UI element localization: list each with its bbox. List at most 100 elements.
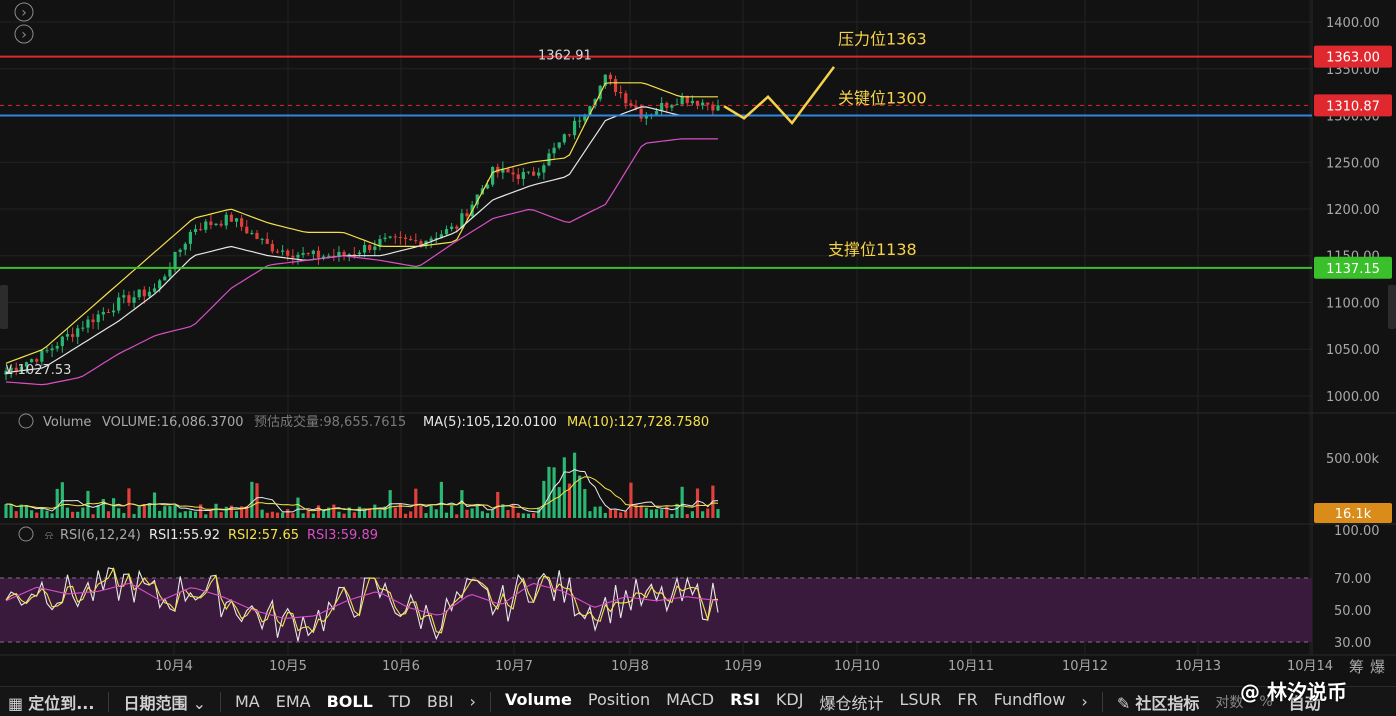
sub-indicator-tab[interactable]: Volume (497, 690, 580, 714)
candles (4, 72, 720, 381)
sub-indicator-tab[interactable]: Position (580, 690, 658, 714)
main-indicator-tab-boll[interactable]: BOLL (319, 692, 381, 711)
volume-bar (142, 504, 146, 518)
volume-bar (624, 511, 628, 518)
volume-bar (219, 512, 223, 518)
volume-bar (414, 488, 418, 518)
chevron-down-icon: ⌄ (192, 693, 206, 713)
price-axis-label: 1100.00 (1326, 296, 1380, 311)
candle-body (55, 346, 59, 349)
level-annotation: 压力位1363 (838, 30, 927, 49)
volume-bar (685, 514, 689, 518)
candle-body (76, 328, 80, 337)
volume-bar (9, 504, 13, 518)
candle-body (122, 295, 126, 298)
volume-bar (578, 475, 582, 518)
main-indicator-tab-bbi[interactable]: BBI (419, 692, 462, 711)
sub-indicator-tab[interactable]: FR (949, 690, 985, 714)
separator (108, 691, 110, 712)
separator (489, 691, 491, 712)
right-edge-label: 爆 (1370, 658, 1385, 676)
volume-bar (214, 503, 218, 518)
volume-legend-title: Volume (43, 415, 91, 430)
candle-body (393, 236, 397, 238)
candle-body (450, 226, 454, 230)
candle-body (291, 255, 295, 258)
candle-body (562, 134, 566, 143)
volume-bar (50, 513, 54, 518)
volume-bar (352, 512, 356, 518)
volume-bar (393, 507, 397, 518)
left-panel-handle[interactable] (0, 285, 8, 329)
volume-bar (96, 505, 100, 518)
sub-indicator-tab[interactable]: MACD (658, 690, 722, 714)
candle-body (557, 142, 561, 148)
volume-bar (117, 508, 121, 518)
volume-bar (598, 506, 602, 518)
main-indicator-tab-td[interactable]: TD (381, 692, 419, 711)
volume-bar (137, 506, 141, 518)
candle-body (388, 236, 392, 238)
locate-button[interactable]: ▦ 定位到... (0, 690, 102, 714)
candle-body (357, 252, 362, 255)
volume-bar (14, 511, 18, 518)
trading-chart[interactable]: 1400.001350.001300.001250.001200.001150.… (0, 0, 1396, 715)
collapse-icon[interactable] (18, 526, 34, 542)
candle-body (219, 223, 223, 226)
date-axis-label: 10月4 (155, 659, 193, 674)
community-indicators-button[interactable]: ✎ 社区指标 (1109, 690, 1208, 714)
volume-bar (291, 513, 295, 518)
rsi-legend-rsi2: RSI2:57.65 (228, 528, 299, 543)
boll-upper-line (5, 82, 718, 364)
volume-bar (255, 483, 259, 518)
main-indicator-tab-ema[interactable]: EMA (268, 692, 319, 711)
candle-body (567, 134, 572, 136)
sub-indicator-tab[interactable]: Fundflow (986, 690, 1074, 714)
candle-body (147, 291, 152, 297)
volume-bar (183, 511, 187, 518)
sub-indicator-tabs: Volume Position MACD RSI KDJ 爆仓统计 LSUR FR Fundfl… (497, 690, 1073, 714)
sub-indicator-tab[interactable]: 爆仓统计 (811, 690, 891, 714)
right-panel-handle[interactable] (1388, 285, 1396, 329)
sub-indicator-tab[interactable]: RSI (722, 690, 768, 714)
volume-bar (193, 511, 198, 518)
volume-bar (332, 504, 336, 518)
candle-body (158, 280, 162, 289)
date-axis-label: 10月8 (611, 659, 649, 674)
level-annotation: 关键位1300 (838, 89, 927, 108)
date-axis-label: 10月11 (948, 659, 994, 674)
sub-indicator-tab[interactable]: LSUR (891, 690, 949, 714)
date-axis-label: 10月5 (269, 659, 307, 674)
collapse-icon[interactable] (18, 413, 34, 429)
candle-body (690, 100, 694, 104)
candle-body (414, 240, 418, 242)
volume-bar (552, 467, 556, 518)
candle-body (624, 93, 628, 104)
rsi-axis-label: 70.00 (1334, 572, 1371, 587)
volume-bar (649, 509, 654, 518)
candle-body (352, 254, 356, 256)
volume-axis-label: 500.00k (1326, 452, 1379, 467)
volume-legend-estimated: 预估成交量:98,655.7615 (254, 414, 406, 430)
volume-bar (690, 511, 694, 518)
candle-body (695, 100, 700, 106)
candle-body (572, 120, 577, 136)
volume-bar (547, 466, 551, 518)
sub-indicator-tab[interactable]: KDJ (768, 690, 812, 714)
price-axis-label: 1250.00 (1326, 156, 1380, 171)
chevron-right-icon[interactable]: › (462, 692, 484, 711)
candle-body (96, 314, 100, 323)
volume-bar (301, 513, 305, 518)
chevron-right-icon[interactable]: › (1073, 692, 1095, 711)
volume-bar (542, 480, 546, 518)
candle-body (81, 327, 85, 329)
candle-body (316, 250, 321, 258)
volume-bar (306, 510, 310, 518)
volume-bar (250, 481, 254, 518)
date-range-button[interactable]: 日期范围 ⌄ (115, 690, 214, 714)
candle-body (311, 250, 315, 255)
volume-bar (265, 512, 269, 518)
candle-body (403, 237, 408, 239)
candle-body (188, 231, 193, 244)
main-indicator-tab-ma[interactable]: MA (227, 692, 268, 711)
